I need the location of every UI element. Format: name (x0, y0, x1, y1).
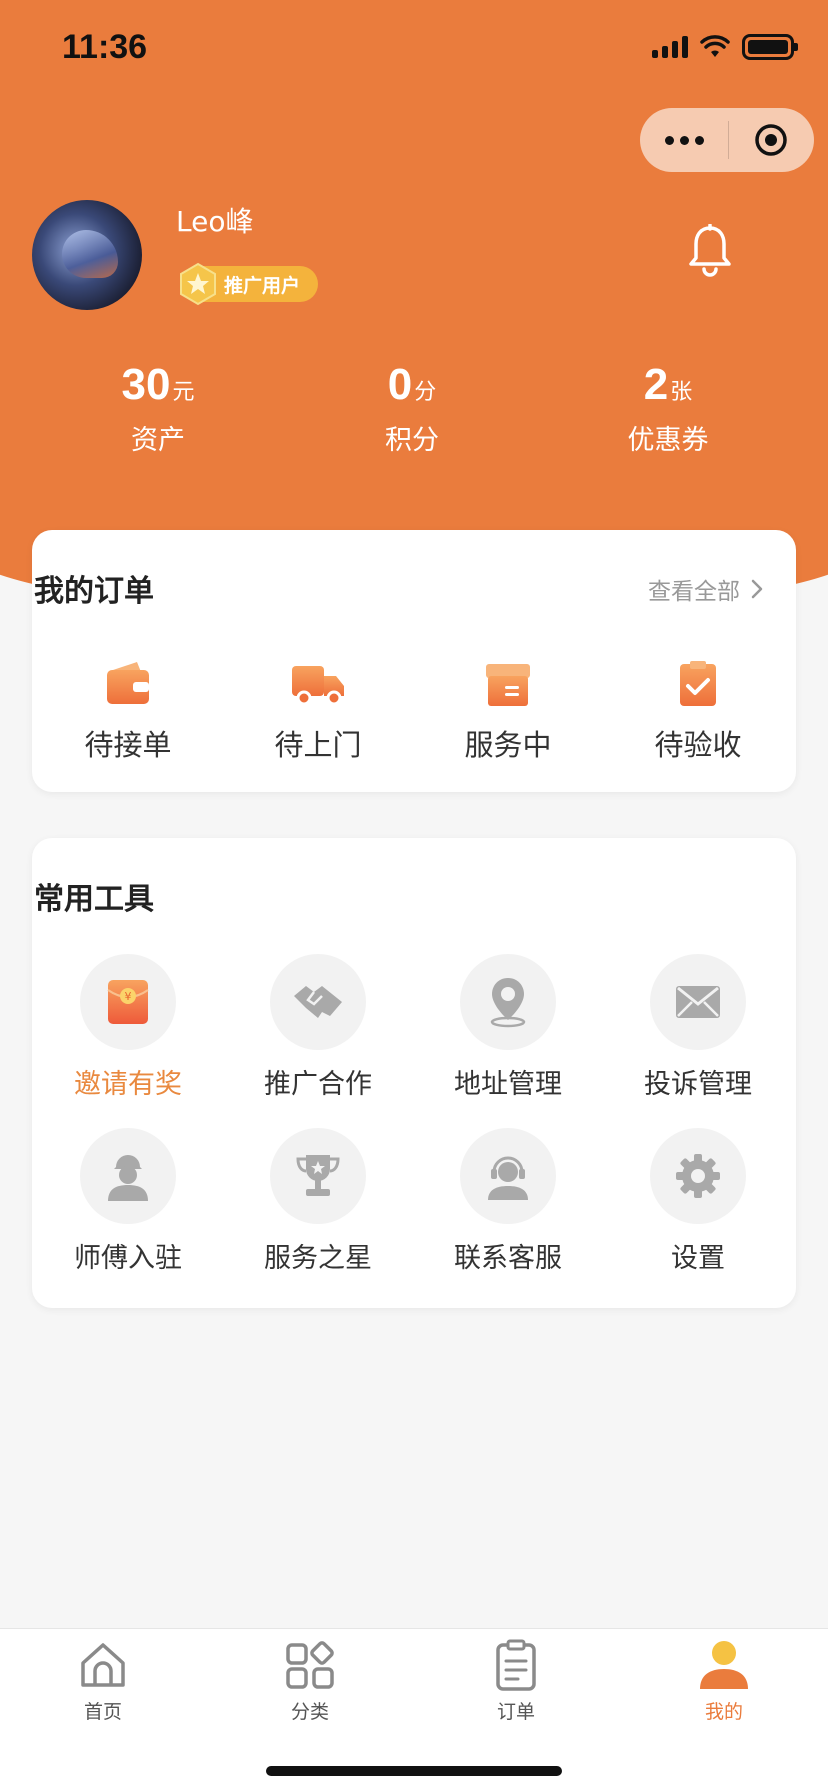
red-envelope-icon: ¥ (107, 980, 149, 1024)
tab-home[interactable]: 首页 (43, 1639, 163, 1724)
gear-icon (676, 1154, 720, 1198)
truck-icon (292, 666, 344, 706)
tab-profile[interactable]: 我的 (664, 1639, 784, 1724)
chevron-right-icon (751, 579, 763, 599)
box-icon (486, 664, 530, 706)
avatar[interactable] (32, 200, 142, 310)
view-all-label: 查看全部 (648, 579, 740, 605)
stat-assets[interactable]: 30元 资产 (58, 360, 258, 457)
order-pending-inspection[interactable]: 待验收 (608, 660, 788, 764)
close-miniprogram-icon[interactable] (729, 123, 813, 157)
clipboard-check-icon (680, 661, 716, 706)
tools-title: 常用工具 (34, 882, 154, 917)
tool-worker-join[interactable]: 师傅入驻 (38, 1128, 218, 1275)
tool-contact-support[interactable]: 联系客服 (418, 1128, 598, 1275)
tool-complaint-management[interactable]: 投诉管理 (608, 954, 788, 1101)
handshake-icon (294, 986, 342, 1018)
category-icon (286, 1641, 334, 1689)
order-icon (496, 1639, 536, 1691)
profile-icon (700, 1641, 748, 1689)
view-all-orders-link[interactable]: 查看全部 (648, 572, 764, 606)
tool-settings[interactable]: 设置 (608, 1128, 788, 1275)
star-badge-icon (180, 262, 216, 306)
tab-orders[interactable]: 订单 (456, 1639, 576, 1724)
username: Leo峰 (176, 205, 254, 238)
orders-title: 我的订单 (34, 574, 154, 609)
tab-category[interactable]: 分类 (250, 1639, 370, 1724)
order-pending-accept[interactable]: 待接单 (38, 660, 218, 764)
svg-text:¥: ¥ (125, 990, 132, 1003)
status-time: 11:36 (62, 28, 148, 66)
stat-coupons[interactable]: 2张 优惠券 (568, 360, 768, 457)
tool-invite-reward[interactable]: ¥ 邀请有奖 (38, 954, 218, 1101)
home-icon (81, 1643, 125, 1687)
home-indicator (266, 1766, 562, 1776)
tool-promotion[interactable]: 推广合作 (228, 954, 408, 1101)
cellular-signal-icon (652, 36, 688, 58)
tool-service-star[interactable]: 服务之星 (228, 1128, 408, 1275)
order-pending-visit[interactable]: 待上门 (228, 660, 408, 764)
location-pin-icon (490, 978, 526, 1028)
battery-icon (742, 34, 798, 60)
headset-icon (488, 1156, 528, 1200)
status-bar: 11:36 (0, 0, 828, 100)
tool-address-management[interactable]: 地址管理 (418, 954, 598, 1101)
order-in-service[interactable]: 服务中 (418, 660, 598, 764)
more-options-icon[interactable] (640, 135, 728, 145)
miniprogram-capsule (640, 108, 814, 172)
stat-points[interactable]: 0分 积分 (312, 360, 512, 457)
status-icons (652, 34, 798, 60)
bell-icon[interactable] (686, 224, 734, 278)
worker-icon (108, 1155, 148, 1201)
badge-label: 推广用户 (224, 274, 301, 297)
wallet-icon (107, 662, 149, 704)
user-badge: 推广用户 (180, 262, 319, 306)
envelope-icon (676, 986, 720, 1018)
wifi-icon (700, 35, 730, 57)
trophy-icon (296, 1155, 340, 1196)
